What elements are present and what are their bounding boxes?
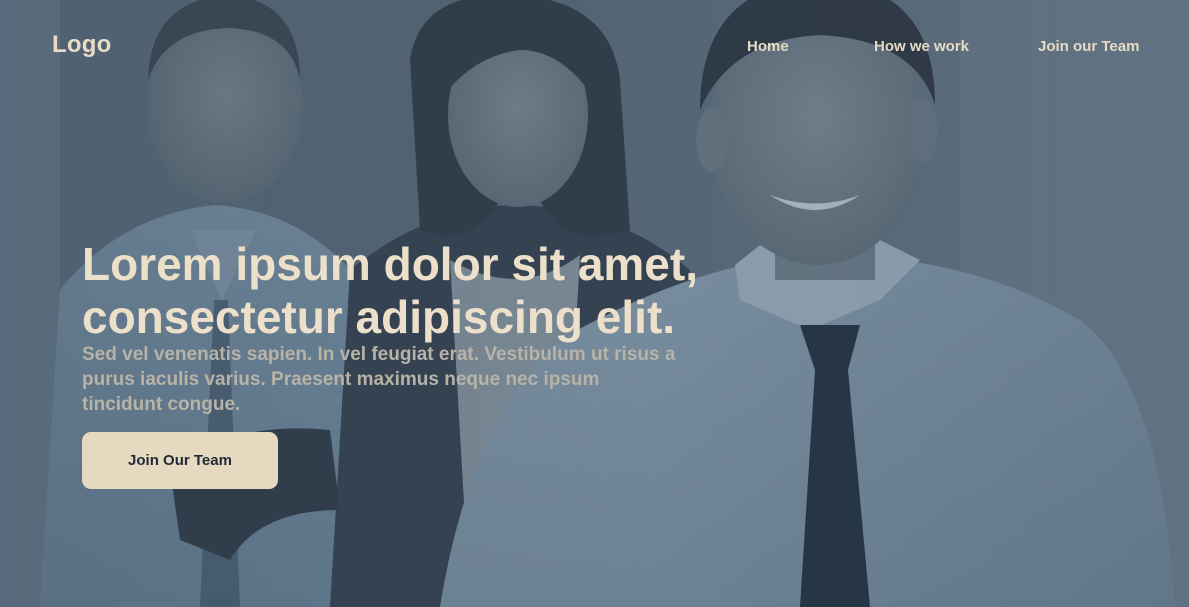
hero-subtext: Sed vel venenatis sapien. In vel feugiat…	[82, 344, 676, 415]
hero-headline: Lorem ipsum dolor sit amet, consectetur …	[82, 238, 782, 344]
nav-link-join-our-team[interactable]: Join our Team	[1038, 38, 1139, 55]
hero-headline-line2: consectetur adipiscing elit.	[82, 291, 676, 343]
logo[interactable]: Logo	[52, 31, 111, 59]
hero-section: Logo Home How we work Join our Team Lore…	[0, 0, 1189, 607]
join-our-team-button[interactable]: Join Our Team	[82, 432, 278, 489]
nav-link-home[interactable]: Home	[747, 38, 789, 55]
nav-link-how-we-work[interactable]: How we work	[874, 38, 969, 55]
hero-headline-line1: Lorem ipsum dolor sit amet,	[82, 238, 698, 290]
